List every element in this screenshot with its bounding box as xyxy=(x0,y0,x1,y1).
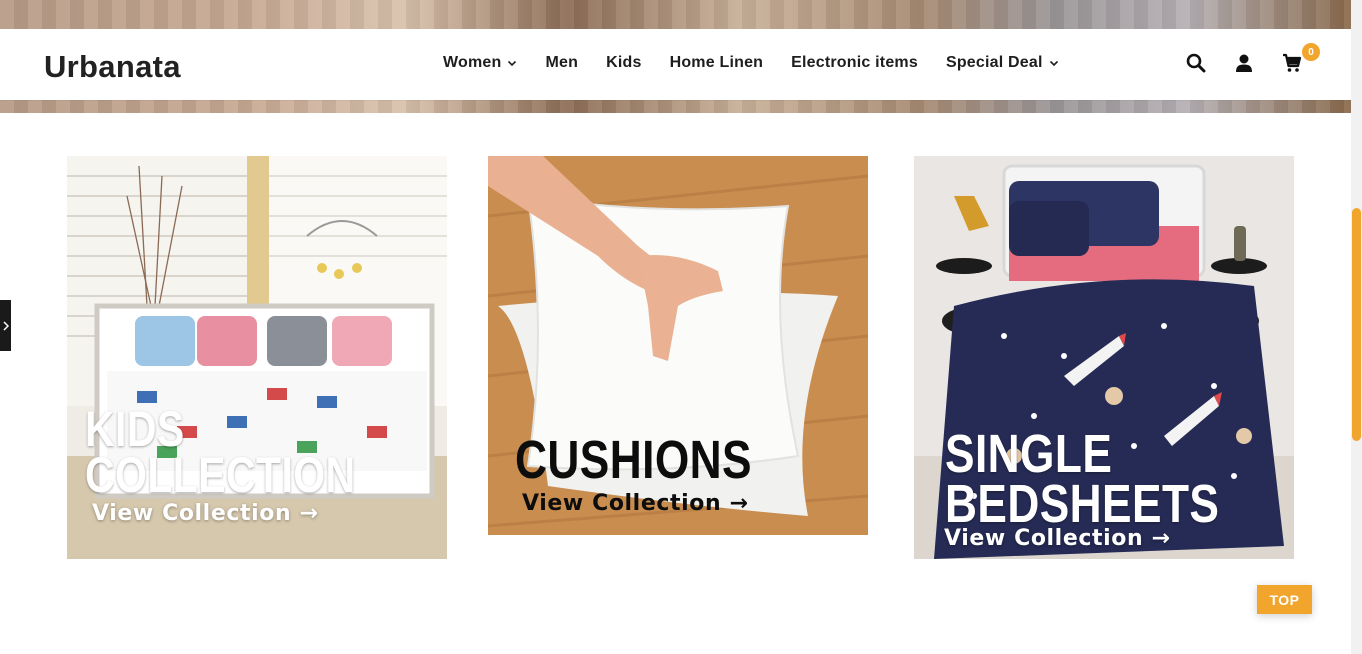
site-header: Urbanata Women Men Kids Home Linen Elect… xyxy=(0,29,1351,100)
nav-item-electronic-items[interactable]: Electronic items xyxy=(791,54,918,72)
user-icon[interactable] xyxy=(1234,53,1254,73)
card-title: KIDS COLLECTION xyxy=(85,401,356,503)
collection-card-single-bedsheets[interactable]: SINGLE BEDSHEETS View Collection → xyxy=(914,156,1294,559)
chevron-right-icon xyxy=(2,320,9,331)
nav-item-women[interactable]: Women xyxy=(443,54,517,72)
chevron-down-icon xyxy=(508,60,517,67)
card-title-line: COLLECTION xyxy=(85,447,356,503)
cart-count-badge: 0 xyxy=(1302,43,1320,61)
nav-item-home-linen[interactable]: Home Linen xyxy=(670,54,764,72)
cart-button[interactable]: 0 xyxy=(1282,43,1320,73)
card-title: SINGLE BEDSHEETS xyxy=(945,424,1220,534)
nav-item-label: Special Deal xyxy=(945,54,1043,71)
card-title-line: SINGLE xyxy=(945,424,1113,484)
nav-item-special-deal[interactable]: Special Deal xyxy=(946,54,1059,72)
search-icon[interactable] xyxy=(1186,53,1206,73)
card-title-line: CUSHIONS xyxy=(515,430,753,490)
nav-item-kids[interactable]: Kids xyxy=(606,54,641,72)
card-title: CUSHIONS xyxy=(515,430,753,490)
back-to-top-button[interactable]: TOP xyxy=(1257,585,1312,614)
side-drawer-toggle[interactable] xyxy=(0,300,11,351)
nav-item-label: Electronic items xyxy=(791,54,918,71)
collection-card-cushions[interactable]: CUSHIONS View Collection → xyxy=(488,156,868,535)
card-title-line: KIDS xyxy=(85,401,185,457)
chevron-down-icon xyxy=(1049,60,1058,67)
view-collection-link[interactable]: View Collection → xyxy=(92,501,319,526)
cart-icon xyxy=(1283,53,1302,72)
header-actions: 0 xyxy=(1186,43,1320,73)
nav-item-label: Home Linen xyxy=(669,54,764,71)
nav-item-label: Kids xyxy=(606,54,642,71)
main-nav: Women Men Kids Home Linen Electronic ite… xyxy=(443,54,1087,72)
nav-item-label: Women xyxy=(443,54,502,71)
nav-item-label: Men xyxy=(545,54,579,71)
view-collection-link[interactable]: View Collection → xyxy=(522,491,749,516)
view-collection-link[interactable]: View Collection → xyxy=(944,526,1171,551)
scrollbar-thumb[interactable] xyxy=(1352,208,1361,441)
site-logo[interactable]: Urbanata xyxy=(44,49,181,85)
nav-item-men[interactable]: Men xyxy=(545,54,578,72)
collection-card-kids[interactable]: KIDS COLLECTION View Collection → xyxy=(67,156,447,559)
card-title-line: BEDSHEETS xyxy=(945,473,1220,534)
